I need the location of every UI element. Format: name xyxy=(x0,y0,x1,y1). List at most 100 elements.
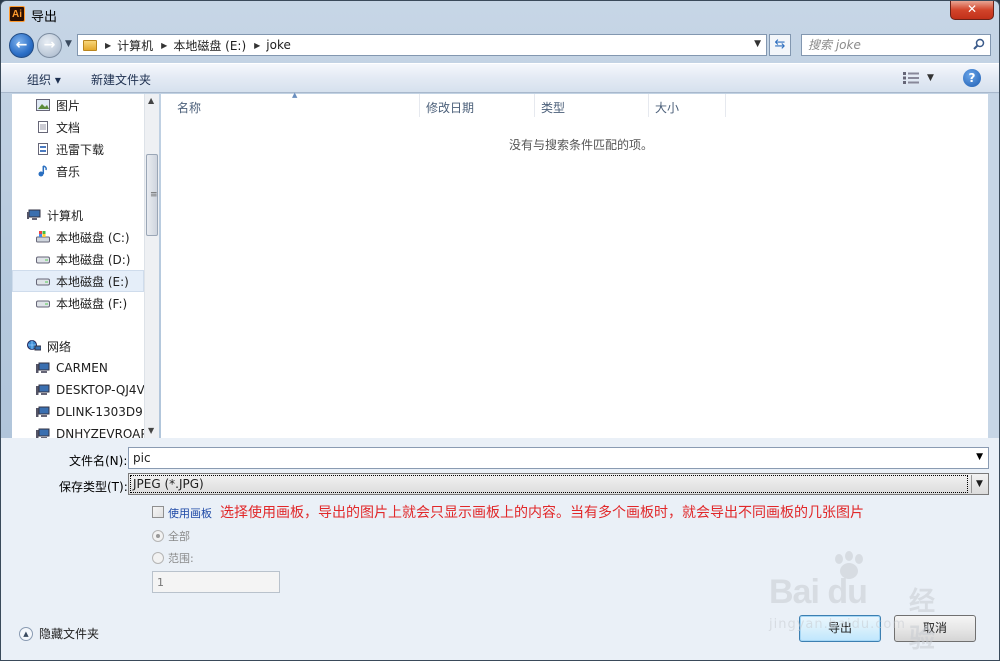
search-box[interactable] xyxy=(801,34,991,56)
sidebar-item-label: 音乐 xyxy=(56,164,81,179)
use-artboards-label[interactable]: 使用画板 xyxy=(168,505,212,521)
illustrator-app-icon: Ai xyxy=(9,6,25,22)
watermark-logo: Bai du xyxy=(769,573,868,611)
window-title: 导出 xyxy=(31,10,58,25)
network-icon xyxy=(27,340,41,351)
network-computer-icon xyxy=(36,406,50,417)
breadcrumb-joke[interactable]: joke xyxy=(266,38,291,52)
sidebar-item-dnhyzevroap[interactable]: DNHYZEVROAP xyxy=(36,423,157,438)
network-computer-icon xyxy=(36,362,50,373)
sidebar-item-documents[interactable]: 文档 xyxy=(36,116,157,138)
sidebar-item-drive-e[interactable]: 本地磁盘 (E:) xyxy=(12,270,144,292)
sidebar-group-computer[interactable]: 计算机 xyxy=(27,204,157,226)
filetype-dropdown-icon[interactable]: ▼ xyxy=(971,475,987,493)
breadcrumb-separator-icon[interactable]: ▶ xyxy=(254,41,260,50)
documents-icon xyxy=(38,121,48,133)
view-dropdown-icon[interactable]: ▼ xyxy=(927,73,934,83)
music-icon xyxy=(38,165,47,177)
sidebar-item-label: CARMEN xyxy=(56,361,108,375)
folder-icon xyxy=(83,39,97,51)
network-computer-icon xyxy=(36,384,50,395)
filename-dropdown-icon[interactable]: ▼ xyxy=(976,452,983,462)
breadcrumb-drive-e[interactable]: 本地磁盘 (E:) xyxy=(173,37,246,54)
help-icon[interactable]: ? xyxy=(963,69,981,87)
sidebar-item-label: 迅雷下载 xyxy=(56,142,105,157)
search-input[interactable] xyxy=(808,37,968,53)
organize-button[interactable]: 组织 ▾ xyxy=(27,71,61,88)
breadcrumb-separator-icon[interactable]: ▶ xyxy=(105,41,111,50)
address-dropdown-icon[interactable]: ▼ xyxy=(754,39,761,49)
sidebar-item-label: DESKTOP-QJ4V xyxy=(56,383,145,397)
watermark-url: jingyan.baidu.com xyxy=(769,617,906,632)
downloads-icon xyxy=(38,143,48,155)
use-artboards-checkbox[interactable] xyxy=(152,506,164,518)
sidebar-group-network[interactable]: 网络 xyxy=(27,335,157,357)
sort-ascending-icon: ▲ xyxy=(292,91,298,99)
command-bar: 组织 ▾ 新建文件夹 ▼ ? xyxy=(1,63,999,93)
sidebar-item-label: 本地磁盘 (F:) xyxy=(56,296,128,311)
sidebar-item-xunlei-downloads[interactable]: 迅雷下载 xyxy=(36,138,157,160)
sidebar-item-carmen[interactable]: CARMEN xyxy=(36,357,157,379)
sidebar-item-label: 计算机 xyxy=(47,208,84,223)
range-input[interactable]: 1 xyxy=(152,571,280,593)
sidebar-item-label: 本地磁盘 (E:) xyxy=(56,274,129,289)
sidebar-scrollbar[interactable]: ▲ ≡ ▼ xyxy=(144,94,159,438)
sidebar-item-pictures[interactable]: 图片 xyxy=(36,94,157,116)
view-options-icon[interactable] xyxy=(903,72,919,84)
title-bar: Ai 导出 ✕ xyxy=(1,1,999,27)
hide-folders-label: 隐藏文件夹 xyxy=(39,627,100,641)
sidebar-item-music[interactable]: 音乐 xyxy=(36,160,157,182)
recent-locations-chevron-icon[interactable]: ▼ xyxy=(65,39,72,49)
refresh-button[interactable]: ⇆ xyxy=(769,34,791,56)
sidebar-item-label: 图片 xyxy=(56,98,81,113)
sidebar-item-drive-f[interactable]: 本地磁盘 (F:) xyxy=(36,292,157,314)
drive-icon xyxy=(36,256,50,264)
navigation-bar: ← → ▼ ▶ 计算机 ▶ 本地磁盘 (E:) ▶ joke ▼ ⇆ xyxy=(1,30,999,60)
tutorial-annotation: 选择使用画板，导出的图片上就会只显示画板上的内容。当有多个画板时，就会导出不同画… xyxy=(220,505,864,521)
sidebar-item-label: 网络 xyxy=(47,339,72,354)
sidebar-item-desktop-qj4v[interactable]: DESKTOP-QJ4V xyxy=(36,379,157,401)
scroll-down-icon[interactable]: ▼ xyxy=(148,426,154,435)
sidebar-item-drive-d[interactable]: 本地磁盘 (D:) xyxy=(36,248,157,270)
filename-input[interactable]: pic ▼ xyxy=(128,447,989,469)
back-button[interactable]: ← xyxy=(9,33,34,58)
scroll-up-icon[interactable]: ▲ xyxy=(148,96,154,105)
address-bar[interactable]: ▶ 计算机 ▶ 本地磁盘 (E:) ▶ joke ▼ xyxy=(77,34,767,56)
close-button[interactable]: ✕ xyxy=(950,1,994,20)
empty-folder-message: 没有与搜索条件匹配的项。 xyxy=(509,138,654,152)
breadcrumb-computer[interactable]: 计算机 xyxy=(117,37,153,54)
all-artboards-radio[interactable] xyxy=(152,530,164,542)
watermark-text: 经验 xyxy=(909,587,936,654)
scrollbar-thumb[interactable]: ≡ xyxy=(146,154,158,236)
column-header-type[interactable]: 类型 xyxy=(535,94,649,117)
column-header-date-modified[interactable]: 修改日期 xyxy=(420,94,535,117)
filetype-select[interactable]: JPEG (*.JPG) ▼ xyxy=(128,473,989,495)
drive-icon xyxy=(36,300,50,308)
export-dialog: Ai 导出 ✕ ← → ▼ ▶ 计算机 ▶ 本地磁盘 (E:) ▶ joke ▼… xyxy=(0,0,1000,661)
sidebar-item-label: 文档 xyxy=(56,120,81,135)
system-drive-icon xyxy=(36,231,50,243)
focus-outline xyxy=(130,475,968,493)
forward-button[interactable]: → xyxy=(37,33,62,58)
sidebar-item-label: 本地磁盘 (D:) xyxy=(56,252,131,267)
sidebar-item-dlink[interactable]: DLINK-1303D9 xyxy=(36,401,157,423)
hide-folders-toggle[interactable]: ▲ 隐藏文件夹 xyxy=(19,625,99,642)
filename-label: 文件名(N): xyxy=(69,454,128,468)
column-header-name[interactable]: ▲ 名称 xyxy=(161,91,420,117)
range-label[interactable]: 范围: xyxy=(168,550,194,566)
navigation-pane: 图片 文档 迅雷下载 音乐 计算机 本地磁盘 (C:) 本地磁盘 (D:) 本地… xyxy=(12,94,158,438)
network-computer-icon xyxy=(36,428,50,438)
search-icon[interactable] xyxy=(973,38,985,50)
sidebar-item-drive-c[interactable]: 本地磁盘 (C:) xyxy=(36,226,157,248)
breadcrumb-separator-icon[interactable]: ▶ xyxy=(161,41,167,50)
file-list[interactable]: ▲ 名称 修改日期 类型 大小 没有与搜索条件匹配的项。 xyxy=(161,91,988,438)
column-header-size[interactable]: 大小 xyxy=(649,94,726,117)
computer-icon xyxy=(27,209,41,220)
all-artboards-label[interactable]: 全部 xyxy=(168,528,190,544)
sidebar-item-label: 本地磁盘 (C:) xyxy=(56,230,130,245)
window-edge xyxy=(988,94,999,438)
sidebar-item-label: DLINK-1303D9 xyxy=(56,405,143,419)
baidu-jingyan-watermark: Bai du 经验 jingyan.baidu.com xyxy=(769,551,949,654)
new-folder-button[interactable]: 新建文件夹 xyxy=(91,71,151,88)
range-radio[interactable] xyxy=(152,552,164,564)
